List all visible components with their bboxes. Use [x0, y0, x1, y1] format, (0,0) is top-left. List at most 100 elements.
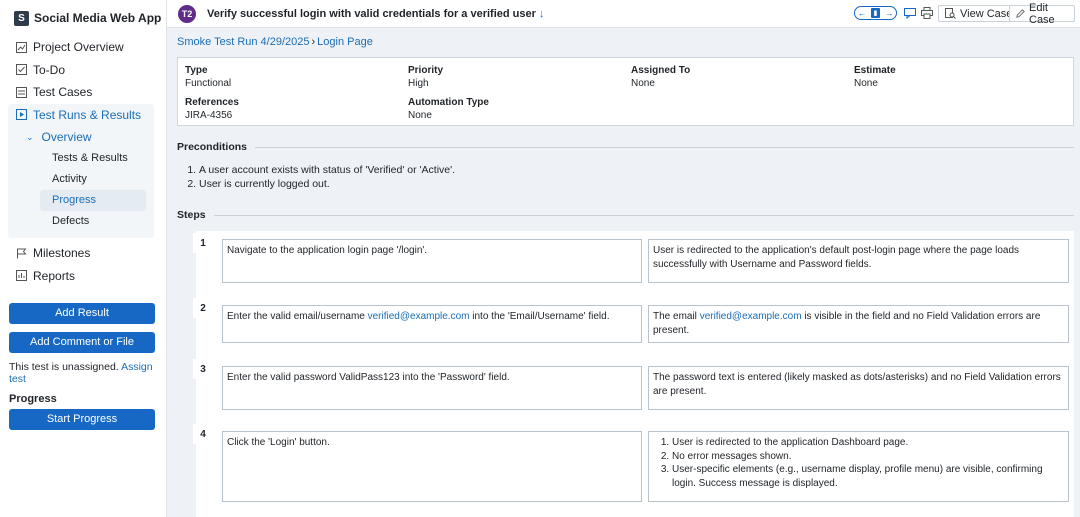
view-case-button[interactable]: View Case [938, 5, 1020, 22]
start-progress-button[interactable]: Start Progress [9, 409, 155, 430]
step-number: 4 [193, 424, 213, 444]
step-text: Enter the valid email/username [227, 311, 368, 322]
expected-list: User is redirected to the application Da… [653, 436, 1064, 490]
report-icon [16, 270, 27, 282]
step-action[interactable]: Enter the valid email/username verified@… [222, 305, 642, 343]
progress-heading: Progress [9, 393, 57, 405]
print-icon[interactable] [921, 7, 933, 19]
list-icon [16, 86, 27, 98]
comment-icon[interactable] [904, 7, 916, 19]
app-header[interactable]: S Social Media Web App [14, 4, 166, 32]
sidebar: S Social Media Web App Project Overview … [0, 0, 167, 517]
preconditions-list: A user account exists with status of 'Ve… [199, 163, 455, 191]
breadcrumb-run-link[interactable]: Smoke Test Run 4/29/2025 [177, 36, 310, 48]
breadcrumb: Smoke Test Run 4/29/2025 › Login Page [177, 36, 373, 48]
sidebar-item-label: Reports [33, 268, 76, 283]
steps-title: Steps [177, 209, 206, 221]
sidebar-item-label: To-Do [33, 62, 66, 77]
test-runs-group: Test Runs & Results ⌄ Overview Tests & R… [8, 103, 154, 238]
case-navigator: ← ▮ → [854, 6, 897, 20]
priority-value: High [408, 78, 429, 89]
references-label: References [185, 97, 239, 108]
priority-label: Priority [408, 65, 444, 76]
sidebar-item-label: Project Overview [33, 40, 124, 55]
sidebar-item-reports[interactable]: Reports [0, 265, 166, 288]
expected-item: No error messages shown. [672, 450, 1064, 464]
sidebar-item-label: Test Cases [33, 85, 93, 100]
sidebar-subitem-defects[interactable]: Defects [8, 211, 154, 232]
checkbox-icon [16, 64, 27, 76]
pencil-icon [1016, 9, 1025, 18]
precondition-item: A user account exists with status of 'Ve… [199, 163, 455, 177]
step-expected[interactable]: User is redirected to the application's … [648, 239, 1069, 283]
sidebar-item-to-do[interactable]: To-Do [0, 59, 166, 82]
case-info-panel: Type Functional Priority High Assigned T… [177, 57, 1074, 126]
breadcrumb-section-link[interactable]: Login Page [317, 36, 373, 48]
info-references: References JIRA-4356 [185, 97, 239, 121]
step-expected[interactable]: User is redirected to the application Da… [648, 431, 1069, 502]
email-link[interactable]: verified@example.com [368, 311, 470, 322]
edit-case-button[interactable]: Edit Case [1009, 2, 1075, 26]
step-text: into the 'Email/Username' field. [469, 311, 610, 322]
step-action[interactable]: Navigate to the application login page '… [222, 239, 642, 283]
info-assigned: Assigned To None [631, 65, 690, 89]
sidebar-nav: Project Overview To-Do Test Cases Test R… [0, 36, 166, 287]
email-link[interactable]: verified@example.com [700, 311, 802, 322]
precondition-item: User is currently logged out. [199, 177, 455, 191]
steps-panel: 1 Navigate to the application login page… [193, 231, 1074, 517]
view-doc-icon [945, 8, 956, 19]
play-square-icon [16, 109, 27, 121]
info-priority: Priority High [408, 65, 443, 89]
sort-down-icon[interactable]: ↓ [539, 8, 545, 20]
add-result-button[interactable]: Add Result [9, 303, 155, 324]
expected-item: User is redirected to the application Da… [672, 436, 1064, 450]
unassigned-text: This test is unassigned. [9, 361, 119, 373]
page-title: Verify successful login with valid crede… [207, 8, 544, 20]
step-expected[interactable]: The email verified@example.com is visibl… [648, 305, 1069, 343]
assignment-status: This test is unassigned. Assign test [9, 361, 166, 385]
sidebar-item-test-cases[interactable]: Test Cases [0, 81, 166, 104]
main-content: T2 Verify successful login with valid cr… [167, 0, 1080, 517]
chevron-down-icon: ⌄ [26, 131, 34, 142]
sidebar-subitem-tests-results[interactable]: Tests & Results [8, 148, 154, 169]
automation-value: None [408, 110, 432, 121]
type-label: Type [185, 65, 208, 76]
sidebar-item-label: Milestones [33, 246, 91, 261]
step-action[interactable]: Click the 'Login' button. [222, 431, 642, 502]
automation-label: Automation Type [408, 97, 489, 108]
overview-label: Overview [41, 130, 92, 144]
info-automation: Automation Type None [408, 97, 489, 121]
references-value: JIRA-4356 [185, 110, 233, 121]
case-header: T2 Verify successful login with valid cr… [167, 0, 1080, 28]
arrow-right-icon[interactable]: → [885, 8, 894, 18]
preconditions-title: Preconditions [177, 141, 248, 153]
step-action[interactable]: Enter the valid password ValidPass123 in… [222, 366, 642, 410]
type-value: Functional [185, 78, 232, 89]
assigned-value: None [631, 78, 655, 89]
sidebar-item-project-overview[interactable]: Project Overview [0, 36, 166, 59]
estimate-value: None [854, 78, 878, 89]
arrow-left-icon[interactable]: ← [857, 8, 866, 18]
step-text: The email [653, 311, 700, 322]
section-divider [213, 214, 1074, 216]
flag-icon [16, 248, 27, 259]
step-expected[interactable]: The password text is entered (likely mas… [648, 366, 1069, 410]
case-title-text: Verify successful login with valid crede… [207, 8, 536, 20]
preconditions-heading: Preconditions [177, 141, 1074, 153]
overview-toggle[interactable]: ⌄ Overview [8, 126, 154, 148]
edit-case-label: Edit Case [1029, 1, 1055, 26]
sidebar-subitem-progress[interactable]: Progress [40, 190, 146, 211]
sidebar-item-milestones[interactable]: Milestones [0, 242, 166, 265]
add-comment-button[interactable]: Add Comment or File [9, 332, 155, 353]
breadcrumb-separator: › [311, 36, 316, 48]
test-id-badge: T2 [178, 5, 196, 23]
assigned-label: Assigned To [631, 65, 691, 76]
document-icon[interactable]: ▮ [870, 8, 880, 18]
sidebar-item-test-runs[interactable]: Test Runs & Results [8, 104, 154, 127]
view-case-label: View Case [960, 7, 1013, 20]
sidebar-subitem-activity[interactable]: Activity [8, 169, 154, 190]
section-divider [255, 146, 1074, 148]
info-estimate: Estimate None [854, 65, 896, 89]
